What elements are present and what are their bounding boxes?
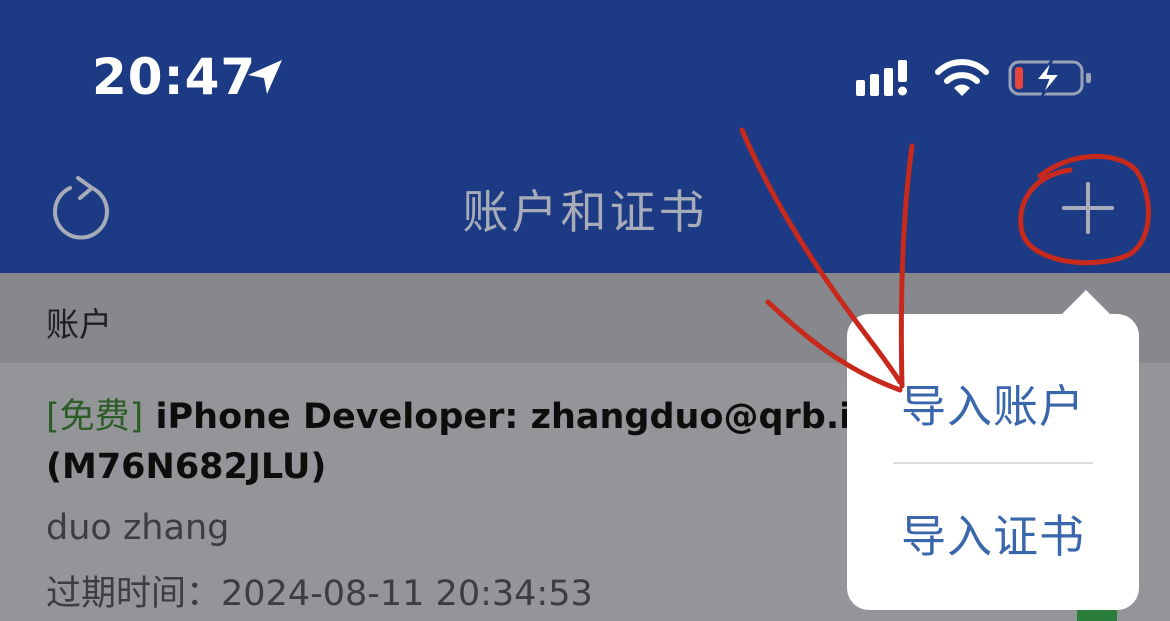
expiry-value: 2024-08-11 20:34:53 (221, 574, 593, 614)
wifi-icon (935, 59, 989, 96)
expiry-date: 过期时间：2024-08-11 20:34:53 (46, 565, 593, 616)
battery-charging-icon (1008, 59, 1091, 97)
import-certificate-menu-item[interactable]: 导入证书 (847, 500, 1139, 565)
location-arrow-icon (248, 60, 282, 94)
navigation-bar: 账户和证书 (0, 140, 1170, 273)
signal-icon (856, 60, 907, 96)
status-bar: 20:47 (0, 0, 1170, 140)
popover-arrow (1060, 290, 1112, 316)
menu-divider (893, 462, 1093, 464)
certificate-name: iPhone Developer: zhangduo@qrb.in (155, 397, 877, 437)
owner-name: duo zhang (46, 508, 230, 548)
page-title: 账户和证书 (462, 185, 708, 239)
import-account-menu-item[interactable]: 导入账户 (847, 370, 1139, 435)
popover-menu: 导入账户 导入证书 (847, 314, 1139, 610)
free-badge: [免费] (46, 397, 144, 437)
status-indicator (1077, 609, 1117, 621)
status-time: 20:47 (92, 48, 257, 106)
plus-icon[interactable] (1058, 178, 1118, 238)
section-label: 账户 (46, 305, 112, 344)
certificate-team-id: (M76N682JLU) (46, 447, 327, 487)
expiry-label: 过期时间： (46, 574, 222, 614)
